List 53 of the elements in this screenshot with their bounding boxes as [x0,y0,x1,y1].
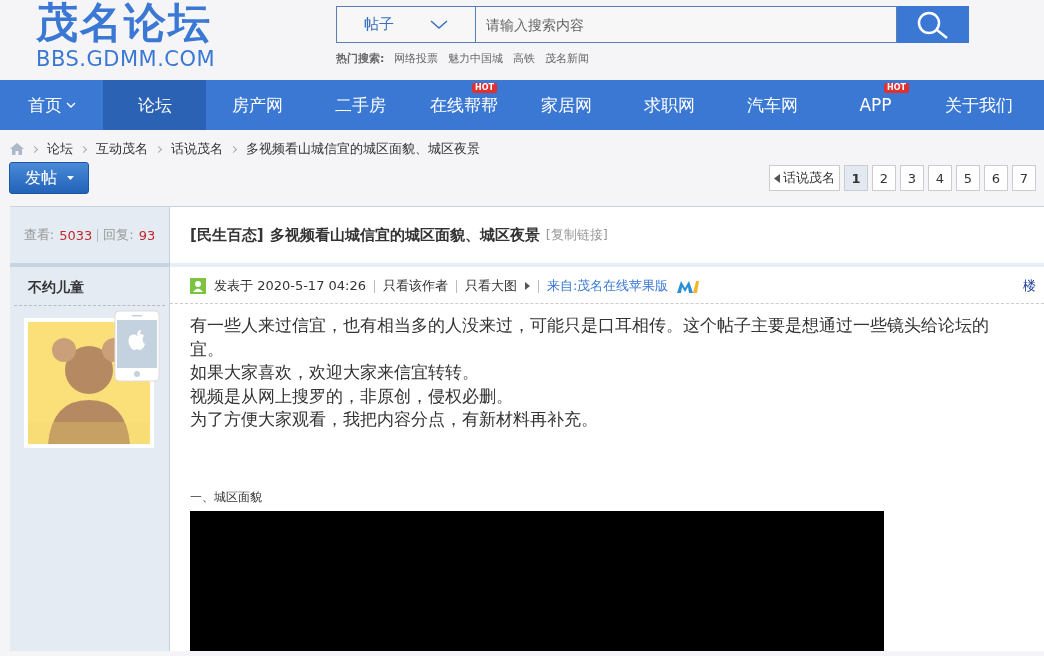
new-post-button[interactable]: 发帖 [9,162,89,194]
nav-item[interactable]: 汽车网 [721,80,824,130]
thread-category[interactable]: [民生百态] [190,225,264,245]
page-link[interactable]: 4 [928,165,952,191]
copy-link[interactable]: [复制链接] [545,226,608,244]
page-link[interactable]: 7 [1012,165,1036,191]
search-field[interactable]: 请输入搜索内容 [476,6,897,43]
post-text: 有一些人来过信宜，也有相当多的人没来过，可能只是口耳相传。这个帖子主要是想通过一些镜头给论坛的 [190,314,989,337]
page-link[interactable]: 5 [956,165,980,191]
hot-search-link[interactable]: 网络投票 [394,51,439,66]
views-count: 5033 [59,227,93,243]
hot-search-link[interactable]: 高铁 [513,51,536,66]
source-link[interactable]: 来自:茂名在线苹果版 [547,277,669,295]
nav-item[interactable]: 论坛 [103,80,206,130]
nav-item[interactable]: 家居网 [515,80,618,130]
nav-item[interactable]: 房产网 [206,80,309,130]
page-link[interactable]: 6 [984,165,1008,191]
breadcrumb-link[interactable]: 多视频看山城信宜的城区面貌、城区夜景 [246,140,480,158]
big-image-link[interactable]: 只看大图 [465,277,517,295]
nav-item[interactable]: 在线帮帮 [412,94,515,130]
nav-item[interactable]: 求职网 [618,80,721,130]
nav-item[interactable]: 首页 [0,80,103,130]
replies-count: 93 [138,227,156,243]
author-name[interactable]: 不约儿童 [14,267,165,306]
only-author-link[interactable]: 只看该作者 [383,277,448,295]
hot-badge: HOT [472,83,497,93]
breadcrumb-link[interactable]: 话说茂名 [171,140,223,158]
page-link[interactable]: 3 [900,165,924,191]
post-text: 如果大家喜欢，欢迎大家来信宜转转。 [190,361,479,384]
page-link[interactable]: 2 [872,165,896,191]
hot-search-link[interactable]: 茂名新闻 [545,51,590,66]
views-label: 查看: [23,226,55,244]
back-page-link[interactable]: 话说茂名 [769,165,840,191]
page-link[interactable]: 1 [844,165,868,191]
section-heading: 一、城区面貌 [190,488,262,506]
nav-item[interactable]: APP [824,94,927,130]
breadcrumb-link[interactable]: 论坛 [47,140,73,158]
post-time: 发表于 2020-5-17 04:26 [214,277,366,295]
replies-label: 回复: [103,226,134,244]
hot-search-label: 热门搜索: [336,51,385,66]
search-type-dropdown[interactable]: 帖子 [336,6,476,43]
nav-item[interactable]: 二手房 [309,80,412,130]
breadcrumb-link[interactable]: 互动茂名 [96,140,148,158]
floor-label: 楼 [1023,277,1037,295]
logo-title[interactable]: 茂名论坛 [36,0,212,46]
thread-title: 多视频看山城信宜的城区面貌、城区夜景 [269,225,540,245]
post-text: 视频是从网上搜罗的，非原创，侵权必删。 [190,384,513,408]
logo-domain: BBS.GDMM.COM [36,46,217,72]
post-text: 为了方便大家观看，我把内容分点，有新材料再补充。 [190,408,598,431]
nav-item[interactable]: 关于我们 [927,80,1030,130]
hot-badge: HOT [884,83,909,93]
post-text: 宜。 [190,337,224,361]
hot-search-link[interactable]: 魅力中国城 [448,51,504,66]
